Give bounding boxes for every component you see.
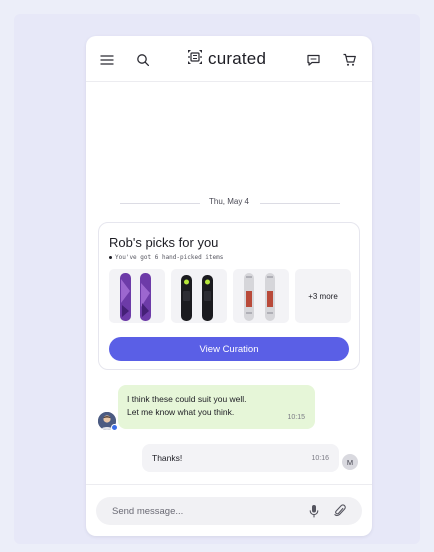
product-thumbnail-purple-skis[interactable] — [109, 269, 165, 323]
card-title: Rob's picks for you — [109, 235, 219, 250]
online-status-dot — [111, 424, 118, 431]
chat-screen: curated Thu, May 4 Rob's picks for you Y… — [86, 36, 372, 536]
outgoing-message-bubble: Thanks! 10:16 — [142, 444, 339, 472]
incoming-message-bubble: I think these could suit you well. Let m… — [118, 385, 315, 429]
card-subtitle: You've got 6 hand-picked items — [109, 254, 223, 261]
view-curation-button[interactable]: View Curation — [109, 337, 349, 361]
search-icon[interactable] — [134, 51, 152, 69]
message-composer — [86, 484, 372, 536]
product-thumbnail-black-skis[interactable] — [171, 269, 227, 323]
more-items-tile[interactable]: +3 more — [295, 269, 351, 323]
incoming-message-time: 10:15 — [287, 414, 305, 421]
outgoing-message-text: Thanks! — [152, 453, 183, 463]
logo-mark-icon — [186, 49, 204, 70]
cart-icon[interactable] — [340, 51, 358, 69]
attachment-icon[interactable] — [334, 504, 346, 523]
top-navigation-bar: curated — [86, 36, 372, 82]
curation-card[interactable]: Rob's picks for you You've got 6 hand-pi… — [98, 222, 360, 370]
bullet-dot — [109, 256, 112, 259]
incoming-message-text: I think these could suit you well. Let m… — [127, 394, 247, 417]
chat-icon[interactable] — [304, 51, 322, 69]
outgoing-message-time: 10:16 — [311, 455, 329, 462]
message-input[interactable] — [112, 503, 292, 519]
more-items-label: +3 more — [308, 291, 338, 301]
user-avatar[interactable]: M — [342, 454, 358, 470]
menu-icon[interactable] — [98, 51, 116, 69]
card-subtitle-text: You've got 6 hand-picked items — [115, 254, 224, 261]
product-thumbnail-silver-skis[interactable] — [233, 269, 289, 323]
message-input-container — [96, 497, 362, 525]
date-divider: Thu, May 4 — [86, 196, 372, 210]
microphone-icon[interactable] — [308, 504, 320, 523]
product-thumbnails: +3 more — [109, 269, 351, 323]
brand-name: curated — [208, 49, 267, 68]
divider-line-right — [260, 203, 340, 204]
brand-logo[interactable]: curated — [186, 48, 266, 70]
date-label: Thu, May 4 — [208, 197, 249, 206]
